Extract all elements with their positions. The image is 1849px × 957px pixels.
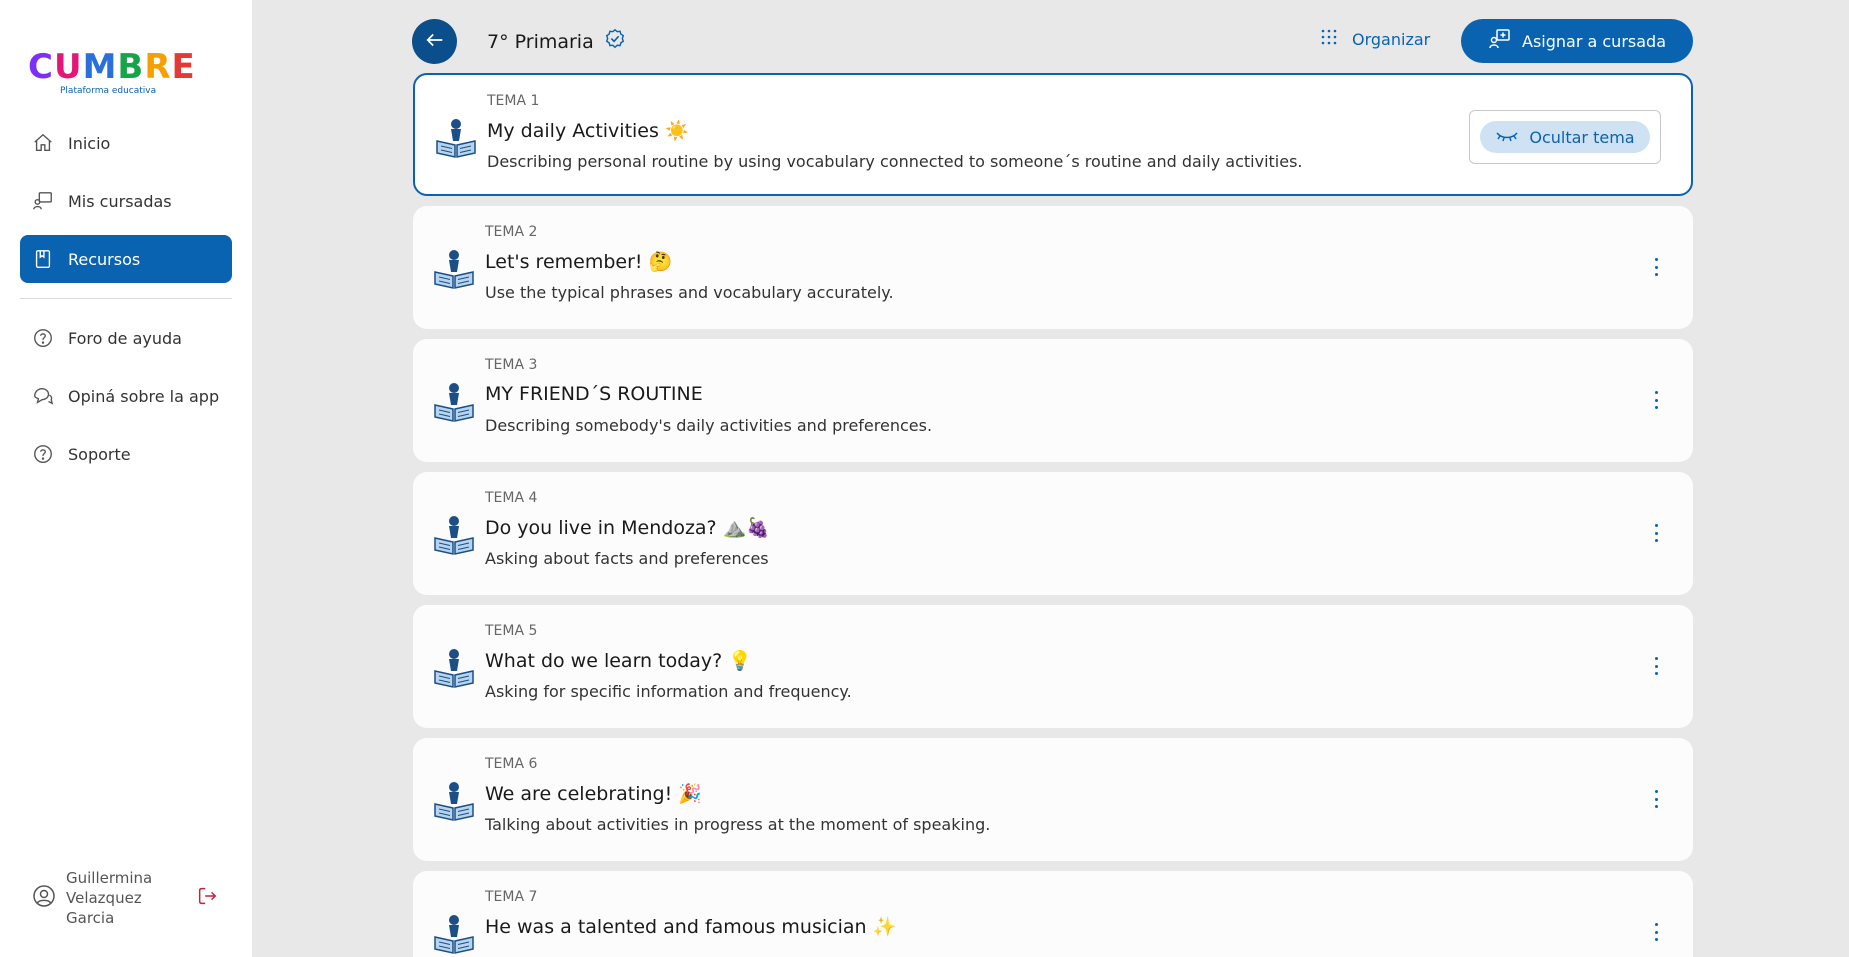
- topic-description: Describing somebody's daily activities a…: [485, 416, 933, 435]
- topic-number: TEMA 2: [485, 224, 538, 240]
- topic-title: Do you live in Mendoza? ⛰️🍇: [485, 517, 770, 539]
- reading-book-icon: [433, 246, 475, 290]
- sidebar-item-soporte[interactable]: Soporte: [20, 430, 232, 478]
- assign-label: Asignar a cursada: [1522, 31, 1666, 51]
- topic-card[interactable]: TEMA 4 Do you live in Mendoza? ⛰️🍇 Askin…: [413, 472, 1693, 595]
- topic-number: TEMA 1: [487, 93, 540, 109]
- sidebar-divider: [20, 298, 232, 299]
- topic-card[interactable]: TEMA 5 What do we learn today? 💡 Asking …: [413, 605, 1693, 728]
- more-options-icon[interactable]: [1649, 921, 1663, 943]
- logo-letter: E: [171, 47, 196, 87]
- logo-letter: M: [82, 47, 118, 87]
- topic-number: TEMA 7: [485, 889, 538, 905]
- user-avatar-icon: [32, 884, 56, 912]
- assign-to-course-button[interactable]: Asignar a cursada: [1461, 19, 1693, 63]
- logo-letter: B: [117, 47, 145, 87]
- topic-number: TEMA 3: [485, 357, 538, 373]
- more-options-icon[interactable]: [1649, 389, 1663, 411]
- help-circle-icon: [32, 327, 54, 349]
- back-button[interactable]: [412, 19, 457, 64]
- topic-card[interactable]: TEMA 1 My daily Activities ☀️ Describing…: [413, 73, 1693, 196]
- chat-bubbles-icon: [32, 385, 54, 407]
- sidebar-item-label: Recursos: [68, 249, 141, 269]
- topic-card[interactable]: TEMA 6 We are celebrating! 🎉 Talking abo…: [413, 738, 1693, 861]
- sidebar-item-label: Inicio: [68, 133, 111, 153]
- arrow-left-icon: [424, 29, 446, 55]
- hide-topic-button[interactable]: Ocultar tema: [1480, 121, 1650, 153]
- sidebar-item-label: Foro de ayuda: [68, 328, 182, 348]
- reading-book-icon: [433, 911, 475, 955]
- sidebar-item-foro-de-ayuda[interactable]: Foro de ayuda: [20, 314, 232, 362]
- topic-description: Talking about activities in progress at …: [485, 815, 991, 834]
- topic-card[interactable]: TEMA 3 MY FRIEND´S ROUTINE Describing so…: [413, 339, 1693, 462]
- organize-button[interactable]: Organizar: [1320, 28, 1430, 50]
- more-options-icon[interactable]: [1649, 788, 1663, 810]
- logo-letter: U: [53, 47, 83, 87]
- topic-title: My daily Activities ☀️: [487, 120, 689, 142]
- page-title: 7° Primaria: [487, 28, 626, 55]
- drag-grid-icon: [1320, 28, 1352, 50]
- course-title-text: 7° Primaria: [487, 30, 594, 53]
- topic-card[interactable]: TEMA 7 He was a talented and famous musi…: [413, 871, 1693, 957]
- user-profile: Guillermina Velazquez Garcia: [32, 868, 227, 928]
- more-options-icon[interactable]: [1649, 655, 1663, 677]
- topic-title: What do we learn today? 💡: [485, 650, 752, 672]
- sidebar-item-label: Mis cursadas: [68, 191, 172, 211]
- topic-title: He was a talented and famous musician ✨: [485, 916, 897, 938]
- topic-title: MY FRIEND´S ROUTINE: [485, 383, 703, 405]
- logout-icon[interactable]: [196, 885, 218, 911]
- topic-title: We are celebrating! 🎉: [485, 783, 702, 805]
- organize-label: Organizar: [1352, 29, 1431, 49]
- home-icon: [32, 132, 54, 154]
- help-circle-icon: [32, 443, 54, 465]
- hide-topic-container: Ocultar tema: [1469, 110, 1661, 164]
- reading-book-icon: [433, 512, 475, 556]
- topic-number: TEMA 6: [485, 756, 538, 772]
- sidebar-item-inicio[interactable]: Inicio: [20, 119, 232, 167]
- topic-title: Let's remember! 🤔: [485, 251, 673, 273]
- topic-description: Describing personal routine by using voc…: [487, 152, 1303, 171]
- hide-topic-label: Ocultar tema: [1529, 127, 1635, 147]
- logo-letter: C: [28, 47, 54, 87]
- book-icon: [32, 248, 54, 270]
- reading-book-icon: [433, 379, 475, 423]
- sidebar-item-label: Soporte: [68, 444, 131, 464]
- topic-description: Use the typical phrases and vocabulary a…: [485, 283, 894, 302]
- topic-description: Asking about facts and preferences: [485, 549, 769, 568]
- sidebar-item-opina[interactable]: Opiná sobre la app: [20, 372, 232, 420]
- eye-closed-icon: [1495, 128, 1529, 147]
- reading-book-icon: [435, 115, 477, 159]
- topic-number: TEMA 4: [485, 490, 538, 506]
- topic-description: Asking for specific information and freq…: [485, 682, 852, 701]
- logo-wordmark: C U M B R E: [28, 47, 195, 87]
- assign-user-icon: [1488, 27, 1522, 55]
- logo-subtitle: Plataforma educativa: [60, 86, 157, 96]
- sidebar: C U M B R E Plataforma educativa Inicio …: [0, 0, 252, 957]
- teacher-board-icon: [32, 190, 54, 212]
- verified-badge-icon: [604, 28, 626, 55]
- more-options-icon[interactable]: [1649, 522, 1663, 544]
- cumbre-logo[interactable]: C U M B R E Plataforma educativa: [28, 47, 195, 98]
- sidebar-item-mis-cursadas[interactable]: Mis cursadas: [20, 177, 232, 225]
- more-options-icon[interactable]: [1649, 256, 1663, 278]
- sidebar-item-recursos[interactable]: Recursos: [20, 235, 232, 283]
- topic-card[interactable]: TEMA 2 Let's remember! 🤔 Use the typical…: [413, 206, 1693, 329]
- topic-number: TEMA 5: [485, 623, 538, 639]
- sidebar-item-label: Opiná sobre la app: [68, 386, 220, 406]
- logo-letter: R: [144, 47, 172, 87]
- reading-book-icon: [433, 778, 475, 822]
- reading-book-icon: [433, 645, 475, 689]
- user-name: Guillermina Velazquez Garcia: [66, 869, 153, 927]
